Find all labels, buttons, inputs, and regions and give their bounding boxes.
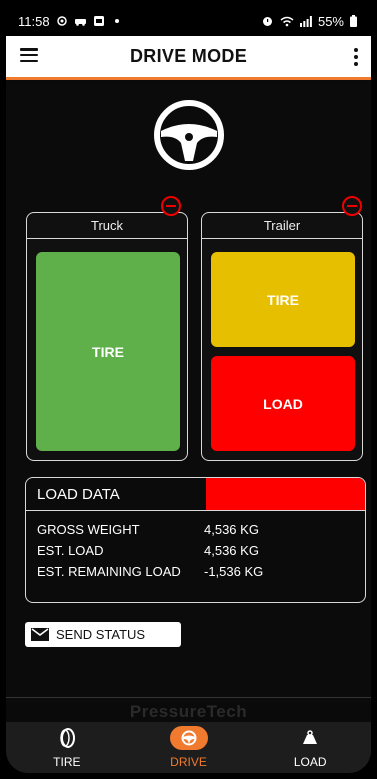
nav-drive-label: DRIVE [170, 755, 207, 769]
page-title: DRIVE MODE [129, 46, 247, 66]
load-row-label: EST. REMAINING LOAD [37, 564, 181, 579]
trailer-panel-title: Trailer [202, 213, 362, 239]
brand-watermark: PressureTech [129, 702, 248, 721]
battery-icon [350, 15, 357, 27]
image-notification-icon [93, 16, 104, 26]
trailer-load-label: LOAD [263, 395, 303, 412]
more-options-icon[interactable] [353, 48, 359, 66]
location-icon [56, 16, 67, 26]
alarm-icon [262, 17, 272, 26]
drive-mode-content: Truck TIRE Trailer TIRE LOAD LOAD DATA G… [6, 83, 371, 703]
notification-dot-icon [114, 19, 119, 23]
steering-wheel-icon [181, 730, 196, 746]
content-divider [6, 697, 371, 698]
truck-panel: Truck TIRE [26, 212, 188, 461]
trailer-panel: Trailer TIRE LOAD [201, 212, 363, 461]
load-row-est-load: EST. LOAD 4,536 KG [26, 540, 365, 561]
steering-wheel-icon [154, 100, 224, 170]
load-weight-icon [303, 730, 318, 744]
nav-drive[interactable]: DRIVE [128, 722, 250, 773]
trailer-tire-label: TIRE [267, 291, 299, 308]
wifi-icon [280, 16, 294, 26]
send-status-button[interactable]: SEND STATUS [25, 622, 181, 647]
load-data-panel: LOAD DATA GROSS WEIGHT 4,536 KG EST. LOA… [25, 477, 366, 603]
truck-tire-tile[interactable]: TIRE [36, 252, 180, 451]
remove-trailer-icon[interactable] [342, 196, 362, 216]
tire-icon [60, 728, 75, 748]
bottom-navigation: TIRE DRIVE LOAD [6, 722, 371, 773]
load-row-value: -1,536 KG [204, 564, 264, 579]
envelope-icon [31, 628, 49, 641]
load-row-label: GROSS WEIGHT [37, 522, 140, 537]
trailer-tire-tile[interactable]: TIRE [211, 252, 355, 347]
nav-load[interactable]: LOAD [249, 722, 371, 773]
status-bar: 11:58 55% [6, 6, 371, 36]
car-notification-icon [74, 19, 86, 26]
status-time: 11:58 [18, 13, 50, 29]
load-data-header: LOAD DATA [26, 478, 365, 511]
load-row-value: 4,536 KG [204, 543, 259, 558]
nav-tire[interactable]: TIRE [6, 722, 128, 773]
load-status-bar [206, 478, 365, 510]
load-row-gross-weight: GROSS WEIGHT 4,536 KG [26, 519, 365, 540]
load-row-est-remaining: EST. REMAINING LOAD -1,536 KG [26, 561, 365, 582]
load-row-value: 4,536 KG [204, 522, 259, 537]
load-row-label: EST. LOAD [37, 543, 104, 558]
truck-tire-label: TIRE [92, 343, 124, 360]
remove-truck-icon[interactable] [161, 196, 181, 216]
app-bar: DRIVE MODE [6, 36, 371, 80]
truck-panel-title: Truck [27, 213, 187, 239]
send-status-label: SEND STATUS [56, 627, 146, 642]
battery-percent: 55% [317, 13, 344, 29]
trailer-load-tile[interactable]: LOAD [211, 356, 355, 451]
load-data-rows: GROSS WEIGHT 4,536 KG EST. LOAD 4,536 KG… [26, 511, 365, 582]
signal-icon [299, 15, 312, 27]
phone-screen: 11:58 55% DRIVE MODE Truck TIRE Trailer … [6, 6, 371, 773]
load-data-title: LOAD DATA [37, 485, 120, 503]
nav-tire-label: TIRE [53, 755, 81, 769]
nav-load-label: LOAD [293, 755, 327, 769]
hamburger-menu-icon[interactable] [20, 48, 38, 62]
